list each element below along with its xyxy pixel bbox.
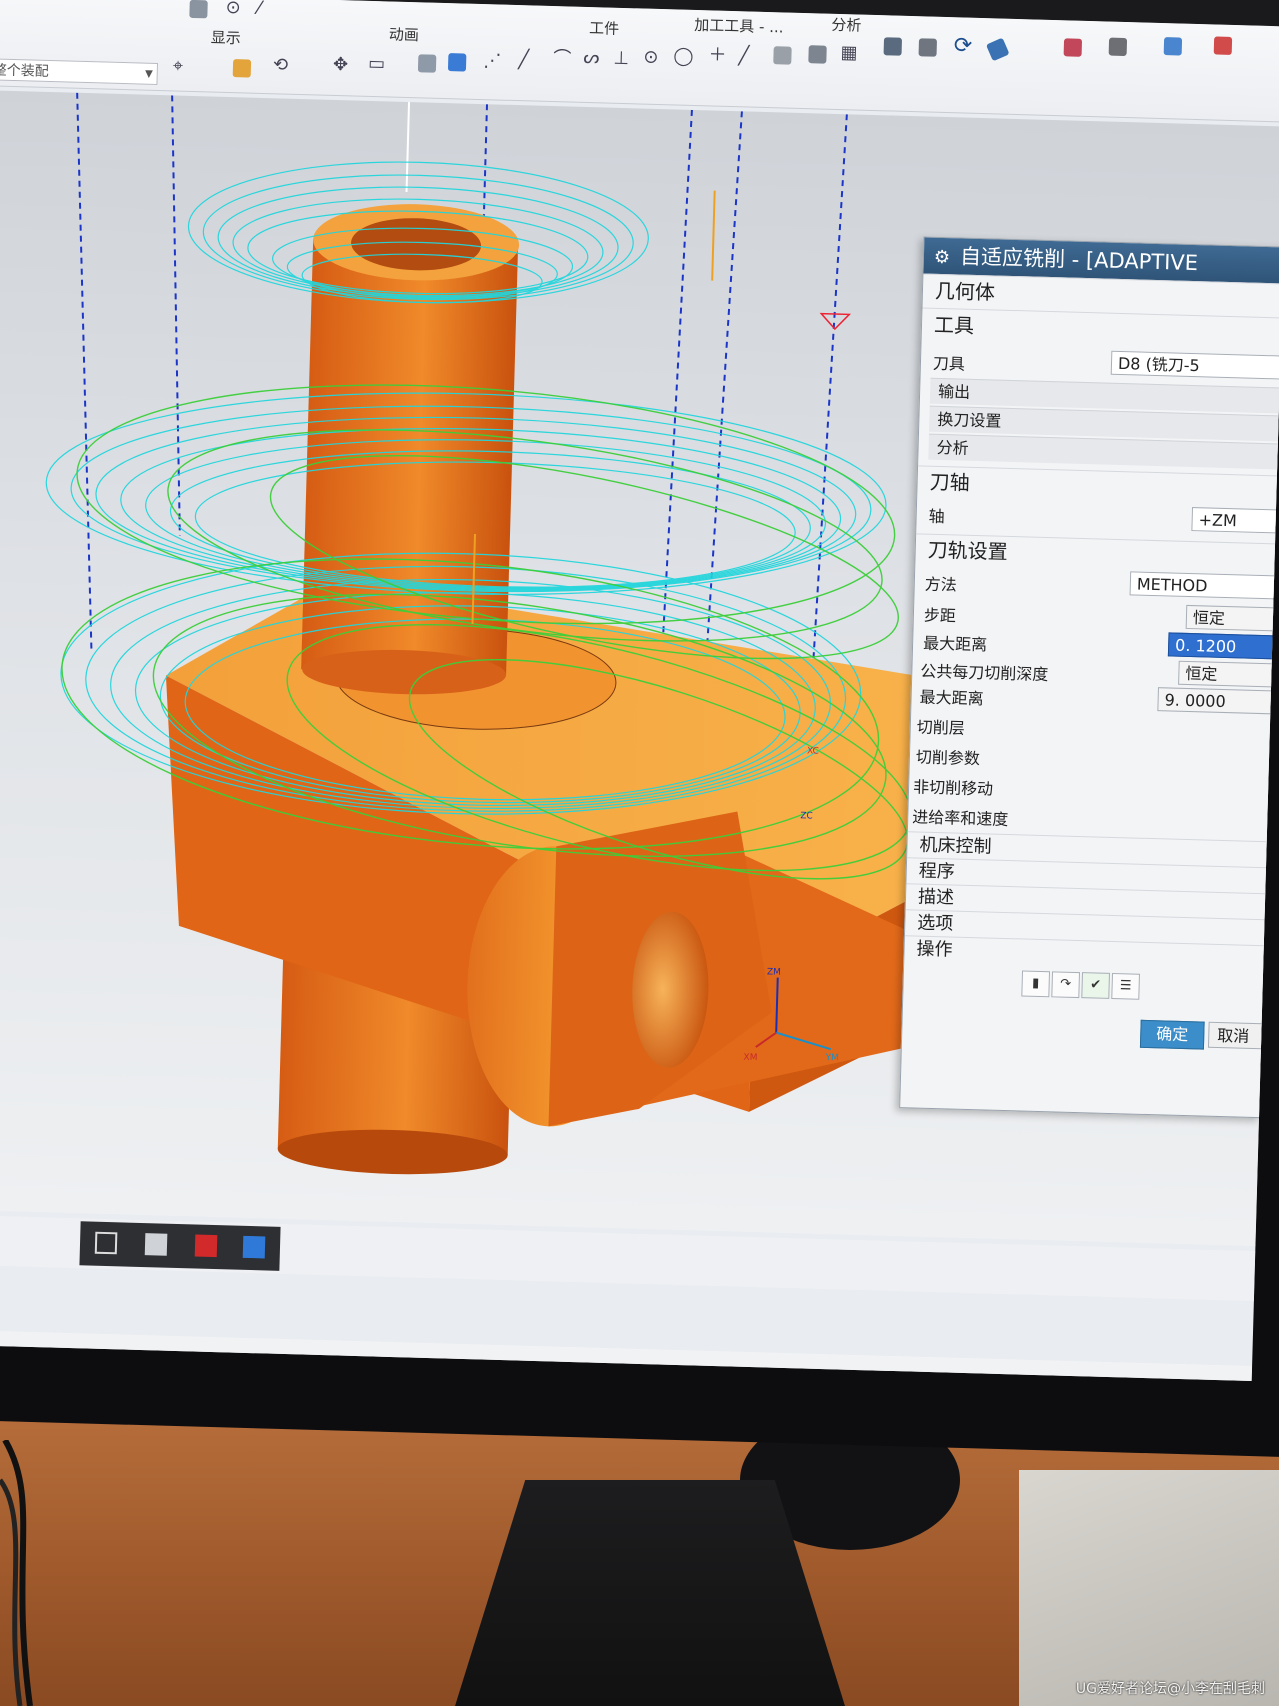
stepover-select[interactable]: 恒定	[1185, 604, 1275, 632]
status-bar	[0, 1329, 1253, 1382]
common-depth-select[interactable]: 恒定	[1178, 660, 1273, 688]
max-distance-input[interactable]: 0. 1200	[1167, 632, 1274, 660]
section-tool-axis[interactable]: 刀轴	[917, 465, 1278, 506]
max-distance2-input[interactable]: 9. 0000	[1157, 687, 1272, 715]
slash-icon[interactable]: ╱	[738, 45, 749, 66]
nodes-icon[interactable]: ⋰	[483, 50, 502, 71]
wcs-z-label: ZM	[767, 967, 781, 977]
assembly-filter-select[interactable]: 整个装配 ▼	[0, 58, 159, 85]
cube-icon[interactable]	[1163, 37, 1183, 56]
cut-levels-link[interactable]: 切削层	[916, 713, 966, 738]
group-display[interactable]: 显示	[210, 26, 242, 48]
wcs-y-label: YM	[824, 1053, 839, 1063]
assembly-filter-value: 整个装配	[0, 62, 49, 80]
cross-icon[interactable]: ＋	[708, 44, 727, 65]
plane-icon[interactable]	[773, 46, 792, 65]
axis-select[interactable]: +ZM	[1191, 507, 1278, 534]
max-distance2-label: 最大距离	[919, 687, 984, 709]
target-icon[interactable]: ⊙	[225, 0, 241, 18]
zoom-fit-icon[interactable]	[883, 37, 903, 56]
tangent-icon[interactable]: ⊥	[613, 48, 629, 69]
adaptive-milling-dialog: ⚙ 自适应铣削 - [ADAPTIVE 几何体 工具 刀具 D8 (铣刀-5 输出…	[899, 236, 1279, 1119]
fit-icon[interactable]	[1063, 38, 1083, 57]
non-cutting-moves-link[interactable]: 非切削移动	[913, 773, 994, 799]
display-icon[interactable]	[189, 0, 208, 19]
circle-icon[interactable]: ◯	[673, 45, 694, 67]
arc-icon[interactable]: ⌒	[553, 48, 572, 69]
cut-params-link[interactable]: 切削参数	[916, 743, 981, 769]
small-label-b: ZC	[800, 811, 813, 821]
graphics-viewport[interactable]: ZM XM YM XC ZC ⚙ 自适应铣削 - [ADAPTIVE 几何体 工具…	[0, 89, 1279, 1247]
grid-icon[interactable]: ▦	[840, 42, 858, 63]
move-icon[interactable]: ✥	[333, 54, 349, 75]
cancel-button[interactable]: 取消	[1207, 1021, 1269, 1050]
curve-icon[interactable]: ᔕ	[583, 47, 600, 68]
verify-icon[interactable]: ✔	[1081, 972, 1110, 999]
app-red-icon[interactable]	[194, 1234, 218, 1258]
snap-icon[interactable]	[232, 59, 252, 78]
brush-icon[interactable]	[985, 37, 1010, 62]
view-icon[interactable]	[918, 38, 938, 57]
upper-boss	[301, 204, 520, 695]
ok-button[interactable]: 确定	[1139, 1019, 1205, 1050]
section-path-settings[interactable]: 刀轨设置	[915, 533, 1277, 574]
chevron-down-icon: ▼	[144, 68, 153, 80]
rectangle-icon[interactable]: ▭	[368, 53, 386, 74]
solid-icon[interactable]	[447, 53, 467, 72]
desk-surface-right	[1019, 1470, 1279, 1706]
tool-label: 刀具	[932, 353, 966, 374]
cable-icon	[0, 1440, 33, 1706]
method-label: 方法	[924, 574, 958, 595]
pen-icon[interactable]: ⁄	[257, 0, 261, 19]
line-icon[interactable]: ╱	[518, 49, 529, 70]
list-icon[interactable]: ☰	[1111, 972, 1140, 1000]
watermark: UG爱好者论坛@小李在刮毛刺	[1075, 1681, 1265, 1697]
group-workpiece[interactable]: 工件	[589, 17, 620, 39]
group-animation[interactable]: 动画	[389, 23, 420, 45]
common-depth-label: 公共每刀切削深度	[920, 661, 1049, 685]
nx-app-icon[interactable]	[242, 1235, 266, 1259]
tool-select[interactable]: D8 (铣刀-5	[1110, 350, 1279, 380]
render-icon[interactable]	[1213, 36, 1233, 55]
calculator-icon[interactable]	[144, 1233, 168, 1256]
analysis-dropdown[interactable]: 分析	[831, 14, 862, 36]
task-view-icon[interactable]	[94, 1231, 118, 1255]
refresh-icon[interactable]: ⟳	[953, 33, 972, 59]
generate-icon[interactable]: ▮	[1021, 970, 1051, 998]
axis-label: 轴	[928, 506, 945, 527]
replay-icon[interactable]: ↷	[1051, 971, 1081, 999]
max-distance-label: 最大距离	[922, 633, 988, 655]
wcs-x-label: XM	[743, 1053, 757, 1063]
surface-icon[interactable]	[808, 45, 827, 64]
select-icon[interactable]: ⌖	[173, 55, 184, 76]
point-icon[interactable]: ⟲	[273, 54, 289, 75]
machining-tools-dropdown[interactable]: 加工工具 - ...	[694, 14, 784, 37]
gear-icon: ⚙	[933, 246, 951, 269]
screen: 条 显示 动画 工件 加工工具 - ... 分析 整个装配 ▼ ⊙ ⁄ ⟳ ⌖	[0, 0, 1279, 1382]
view-orient-icon[interactable]	[1108, 37, 1128, 57]
small-label-a: XC	[807, 746, 819, 756]
box-icon[interactable]	[417, 54, 437, 73]
method-select[interactable]: METHOD	[1129, 571, 1276, 600]
stepover-label: 步距	[923, 605, 957, 626]
circle-center-icon[interactable]: ⊙	[643, 47, 659, 68]
feeds-speeds-link[interactable]: 进给率和速度	[912, 803, 1009, 830]
monitor-bezel: 条 显示 动画 工件 加工工具 - ... 分析 整个装配 ▼ ⊙ ⁄ ⟳ ⌖	[0, 0, 1279, 1457]
dialog-title: 自适应铣削 - [ADAPTIVE	[959, 244, 1199, 276]
